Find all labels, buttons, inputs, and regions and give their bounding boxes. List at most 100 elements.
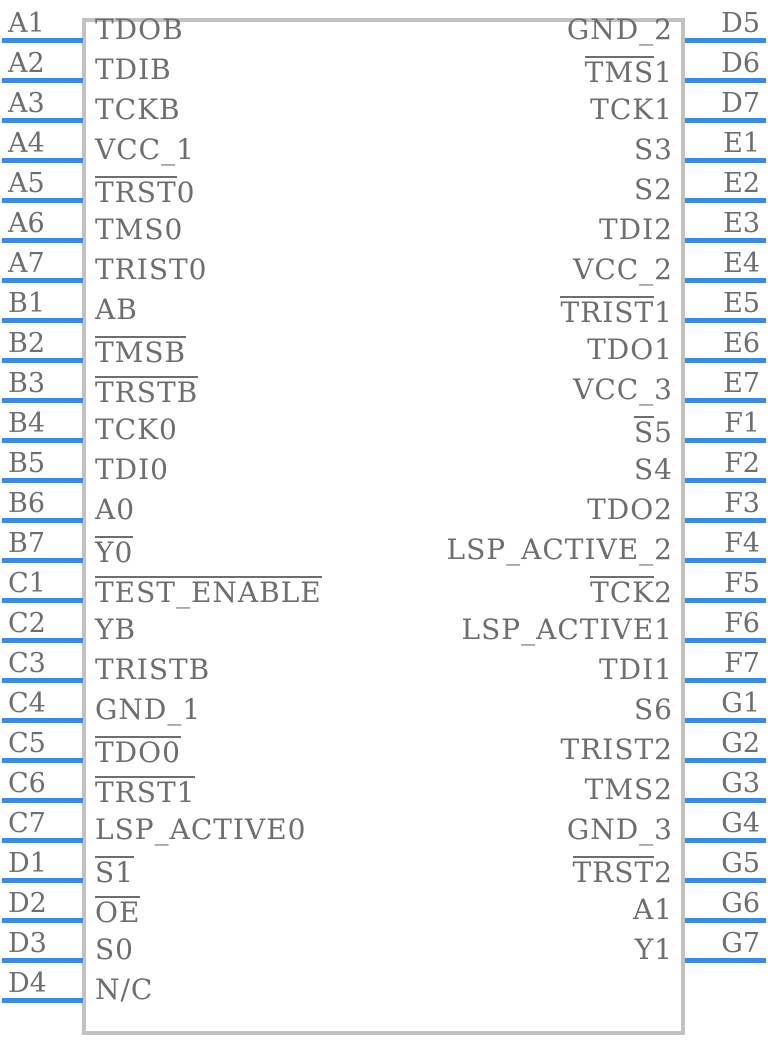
pin-designator[interactable]: A7 <box>8 250 45 277</box>
pin-signal-name: TRIST0 <box>95 253 208 286</box>
pin-designator[interactable]: C1 <box>8 570 46 597</box>
pin-designator[interactable]: C3 <box>8 650 46 677</box>
pin-designator[interactable]: E3 <box>723 210 760 237</box>
pin-signal-name: TRIST1 <box>560 296 673 327</box>
pin-designator[interactable]: D3 <box>8 930 47 957</box>
pin-signal-name: TCK2 <box>590 576 673 607</box>
pin-designator[interactable]: F5 <box>724 570 760 597</box>
pin-designator[interactable]: E4 <box>723 250 760 277</box>
pin-designator[interactable]: A3 <box>8 90 45 117</box>
pin-designator[interactable]: D6 <box>721 50 760 77</box>
pin-designator[interactable]: G7 <box>721 930 760 957</box>
pin-signal-name: TDO2 <box>587 493 673 526</box>
pin-designator[interactable]: D1 <box>8 850 47 877</box>
pin-designator[interactable]: G3 <box>721 770 760 797</box>
pin-designator[interactable]: D4 <box>8 970 47 997</box>
pin-designator[interactable]: F3 <box>724 490 760 517</box>
pin-designator[interactable]: D7 <box>721 90 760 117</box>
pin-designator[interactable]: G6 <box>721 890 760 917</box>
pin-designator[interactable]: C7 <box>8 810 46 837</box>
pin-designator[interactable]: A2 <box>8 50 45 77</box>
pin-signal-name: Y1 <box>634 933 673 966</box>
pin-designator[interactable]: A1 <box>8 10 45 37</box>
pin-signal-name: Y0 <box>95 536 134 569</box>
plain-segment: 5 <box>654 416 673 449</box>
pin-designator[interactable]: B1 <box>8 290 45 317</box>
pin-signal-name: TDOB <box>95 13 184 46</box>
pin-designator[interactable]: E2 <box>723 170 760 197</box>
pin-signal-name: TMSB <box>95 336 187 367</box>
plain-segment: 2 <box>654 856 673 889</box>
overline-segment: TDO0 <box>95 736 181 769</box>
pin-signal-name: S6 <box>634 693 673 726</box>
pin-designator[interactable]: B4 <box>8 410 45 437</box>
overline-segment: S1 <box>95 856 134 889</box>
pin-designator[interactable]: C5 <box>8 730 46 757</box>
pin-signal-name: GND_1 <box>95 693 202 726</box>
pin-signal-name: TMS2 <box>584 773 673 806</box>
plain-segment: 2 <box>654 576 673 609</box>
plain-segment: 0 <box>176 176 196 209</box>
plain-segment: 1 <box>654 296 673 329</box>
pin-designator[interactable]: B3 <box>8 370 45 397</box>
overline-segment: Y0 <box>95 536 134 569</box>
pin-signal-name: S1 <box>95 856 134 887</box>
pin-signal-name: TDI2 <box>599 213 673 246</box>
pin-designator[interactable]: B6 <box>8 490 45 517</box>
pin-signal-name: VCC_1 <box>95 133 195 166</box>
overline-segment: TCK <box>590 576 655 609</box>
pin-signal-name: TEST_ENABLE <box>95 576 322 607</box>
pin-designator[interactable]: B7 <box>8 530 45 557</box>
pin-designator[interactable]: A5 <box>8 170 45 197</box>
pin-designator[interactable]: C2 <box>8 610 46 637</box>
pin-signal-name: VCC_3 <box>573 373 673 406</box>
plain-segment: 1 <box>654 56 673 89</box>
pin-designator[interactable]: G1 <box>721 690 760 717</box>
pin-designator[interactable]: E6 <box>723 330 760 357</box>
pin-designator[interactable]: D5 <box>721 10 760 37</box>
pin-signal-name: TRIST2 <box>560 733 673 766</box>
pin-designator[interactable]: A4 <box>8 130 45 157</box>
pin-designator[interactable]: C4 <box>8 690 46 717</box>
pin-signal-name: TDI1 <box>599 653 673 686</box>
pin-designator[interactable]: F6 <box>724 610 760 637</box>
overline-segment: TRST <box>95 176 177 209</box>
pin-designator[interactable]: A6 <box>8 210 45 237</box>
pin-signal-name: TRST0 <box>95 176 195 207</box>
pin-signal-name: TCKB <box>95 93 181 126</box>
pin-designator[interactable]: C6 <box>8 770 46 797</box>
pin-designator[interactable]: B2 <box>8 330 45 357</box>
pin-signal-name: TDI0 <box>95 453 169 486</box>
overline-segment: TEST_ENABLE <box>95 576 322 609</box>
pin-designator[interactable]: F2 <box>724 450 760 477</box>
pin-designator[interactable]: G5 <box>721 850 760 877</box>
pin-signal-name: YB <box>95 613 137 646</box>
overline-segment: OE <box>95 896 141 929</box>
pin-designator[interactable]: F4 <box>724 530 760 557</box>
pin-designator[interactable]: G4 <box>721 810 760 837</box>
pin-designator[interactable]: E7 <box>723 370 760 397</box>
pin-designator[interactable]: E5 <box>723 290 760 317</box>
overline-segment: TMS <box>584 56 655 89</box>
pin-signal-name: S0 <box>95 933 134 966</box>
pin-signal-name: LSP_ACTIVE1 <box>461 613 673 646</box>
pin-signal-name: VCC_2 <box>573 253 673 286</box>
overline-segment: TRSTB <box>95 376 199 409</box>
pin-signal-name: TCK0 <box>95 413 178 446</box>
pin-designator[interactable]: B5 <box>8 450 45 477</box>
pin-signal-name: OE <box>95 896 141 929</box>
pin-designator[interactable]: D2 <box>8 890 47 917</box>
pin-signal-name: TCK1 <box>590 93 673 126</box>
pin-signal-name: TRISTB <box>95 653 211 686</box>
pin-designator[interactable]: E1 <box>723 130 760 157</box>
pin-signal-name: TDO0 <box>95 736 181 767</box>
pin-signal-name: A1 <box>632 893 673 926</box>
overline-segment: S <box>633 416 655 449</box>
pin-signal-name: LSP_ACTIVE0 <box>95 813 307 846</box>
pin-signal-name: TDO1 <box>587 333 673 366</box>
pin-signal-name: S2 <box>634 173 673 206</box>
overline-segment: TRST <box>572 856 655 889</box>
pin-designator[interactable]: F1 <box>724 410 760 437</box>
pin-designator[interactable]: F7 <box>724 650 760 677</box>
pin-designator[interactable]: G2 <box>721 730 760 757</box>
